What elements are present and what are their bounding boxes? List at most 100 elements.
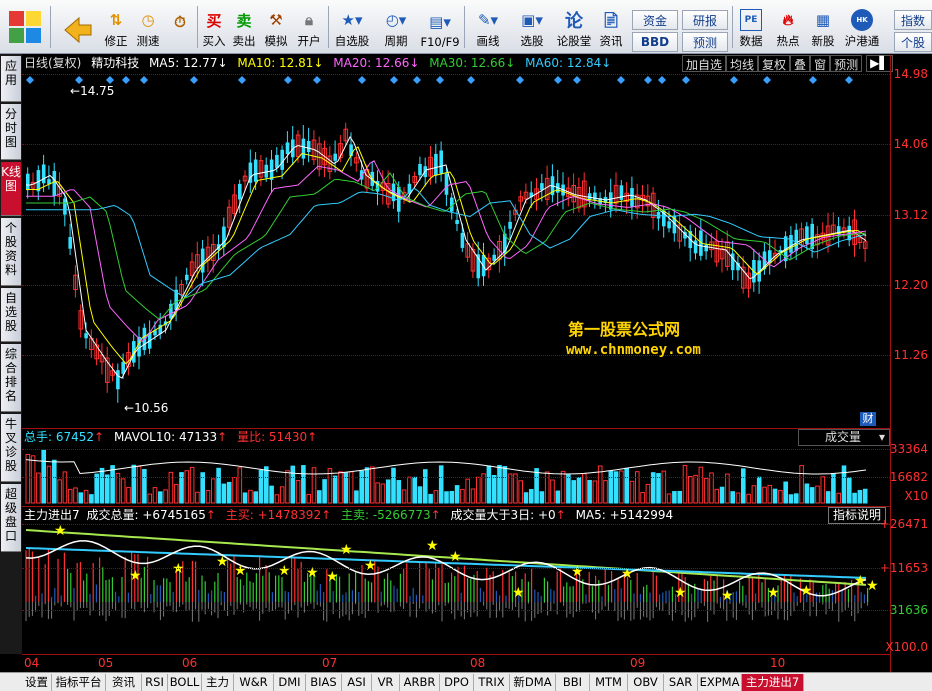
volume-tick: 33364 (889, 442, 928, 456)
candle-body (253, 159, 258, 182)
volume-bar (491, 475, 497, 504)
volume-bar (232, 477, 237, 504)
event-marker-icon (467, 76, 475, 84)
volume-bar (529, 489, 534, 504)
volume-bar (619, 470, 624, 504)
bottom-tab-asi[interactable]: ASI (342, 674, 372, 691)
volume-bar (862, 488, 868, 504)
volume-bar (57, 479, 62, 504)
volume-bar (640, 491, 645, 504)
volume-bar (454, 485, 460, 504)
volume-bar (756, 476, 762, 504)
volume-bar (576, 477, 582, 504)
kline-chart[interactable]: ★★ ★ ★★ ★ ★ ★★★★★★★ ★★ ★ ★ ★★ ★ (0, 0, 932, 691)
volume-bar (89, 494, 94, 504)
volume-bar (285, 470, 290, 504)
bottom-tab-bbi[interactable]: BBI (556, 674, 590, 691)
bottom-tab-mtm[interactable]: MTM (590, 674, 628, 691)
bottom-tab-新dma[interactable]: 新DMA (510, 674, 556, 691)
volume-bar (666, 493, 672, 504)
volume-bar (778, 489, 783, 504)
volume-bar (741, 468, 746, 504)
candle-body (667, 221, 671, 229)
volume-bar (242, 492, 248, 504)
volume-bar (592, 480, 598, 504)
volume-bar (354, 490, 359, 504)
bottom-tab-sar[interactable]: SAR (664, 674, 698, 691)
candle-body (200, 248, 205, 273)
finance-badge[interactable]: 财 (860, 412, 876, 426)
indicator-sell: 主卖: -5266773 (340, 508, 431, 522)
bottom-tab-dpo[interactable]: DPO (440, 674, 474, 691)
volume-bar (746, 493, 751, 504)
bottom-tab-设置[interactable]: 设置 (22, 674, 52, 691)
volume-bar (332, 475, 338, 504)
volume-indicator-dropdown[interactable]: 成交量 ▾ (798, 429, 890, 446)
volume-bar (852, 492, 857, 504)
candle-body (280, 149, 284, 170)
bottom-tab-主力进出7[interactable]: 主力进出7 (742, 674, 804, 691)
candle-body (540, 183, 544, 190)
bottom-tab-expma[interactable]: EXPMA (698, 674, 742, 691)
bottom-tab-trix[interactable]: TRIX (474, 674, 510, 691)
candle-body (444, 173, 449, 195)
ma20-line (26, 160, 867, 343)
volume-bar (417, 486, 423, 504)
volume-bar (539, 491, 545, 504)
volume-bar (407, 476, 412, 504)
star-icon: ★ (326, 569, 339, 585)
volume-bar (788, 494, 794, 504)
volume-bar (725, 473, 730, 504)
bottom-tab-obv[interactable]: OBV (628, 674, 664, 691)
bottom-tab-vr[interactable]: VR (372, 674, 400, 691)
candle-body (619, 185, 624, 200)
bottom-tab-dmi[interactable]: DMI (274, 674, 306, 691)
candle-body (269, 159, 274, 180)
bottom-tab-主力[interactable]: 主力 (202, 674, 234, 691)
volume-bar (799, 465, 804, 504)
volume-bar (359, 470, 364, 504)
event-marker-icon (26, 76, 34, 84)
watermark-title: 第一股票公式网 (568, 320, 681, 339)
volume-bar (815, 485, 820, 504)
volume-bar (682, 464, 688, 504)
volume-bar (396, 480, 402, 504)
bottom-tab-rsi[interactable]: RSI (142, 674, 168, 691)
indicator-help-button[interactable]: 指标说明 (828, 507, 886, 524)
candle-body (68, 237, 72, 249)
volume-bar (126, 486, 131, 504)
volume-bar (582, 473, 587, 504)
volume-bar (253, 491, 258, 504)
volume-bar (189, 466, 195, 504)
volume-bar (83, 489, 89, 504)
star-icon: ★ (512, 585, 525, 601)
event-marker-icon (516, 76, 524, 84)
candle-body (333, 153, 337, 161)
star-icon: ★ (866, 578, 879, 594)
grid-line (22, 449, 890, 450)
dropdown-value: 成交量 (825, 430, 862, 444)
bottom-tab-arbr[interactable]: ARBR (400, 674, 440, 691)
volume-bar (629, 480, 635, 504)
volume-bar (173, 483, 179, 504)
volume-bar (841, 465, 847, 504)
indicator-header: 主力进出7 成交总量: +6745165↑ 主买: +1478392↑ 主卖: … (24, 508, 674, 522)
event-marker-icon (658, 76, 666, 84)
mavol-line (25, 459, 867, 475)
bottom-tab-boll[interactable]: BOLL (168, 674, 202, 691)
volume-bar (698, 466, 704, 504)
bottom-tab-资讯[interactable]: 资讯 (106, 674, 142, 691)
indicator-big-volume: 成交量大于3日: +0 (450, 508, 556, 522)
volume-bar (465, 478, 470, 504)
volume-bar (94, 473, 100, 504)
bottom-tab-指标平台[interactable]: 指标平台 (52, 674, 106, 691)
bottom-tab-w&r[interactable]: W&R (234, 674, 274, 691)
grid-line (22, 477, 890, 478)
candle-body (805, 226, 809, 244)
volume-bar (550, 479, 555, 504)
star-icon: ★ (426, 538, 439, 554)
indicator-total: 成交总量: +6745165 (86, 508, 206, 522)
bottom-tab-bias[interactable]: BIAS (306, 674, 342, 691)
candle-body (116, 370, 120, 390)
candle-body (810, 223, 814, 250)
